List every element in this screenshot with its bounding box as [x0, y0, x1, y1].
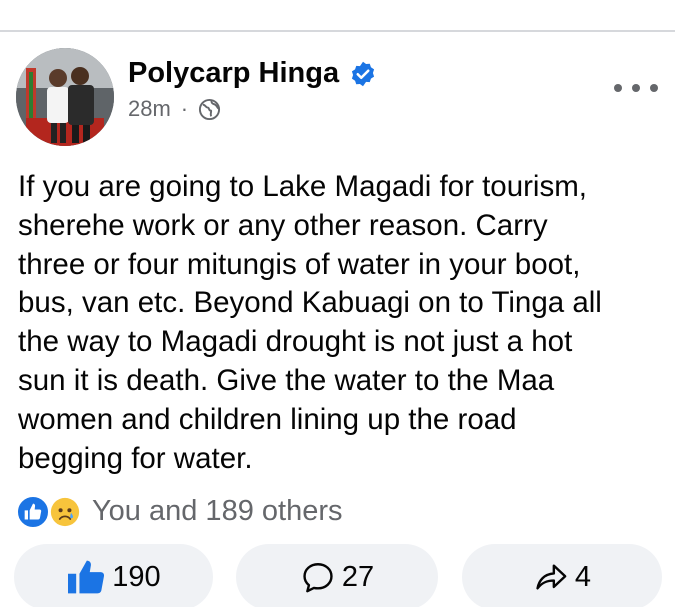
feed-divider	[0, 30, 675, 32]
author-name[interactable]: Polycarp Hinga	[128, 57, 339, 90]
author-name-row: Polycarp Hinga	[128, 57, 377, 90]
like-reaction-icon	[16, 495, 50, 529]
thumbs-up-icon	[68, 560, 105, 594]
post-meta: 28m ·	[128, 96, 221, 122]
more-dot	[650, 84, 658, 92]
share-count: 4	[574, 560, 592, 593]
comment-count: 27	[341, 560, 375, 593]
more-dot	[614, 84, 622, 92]
previous-post-cutoff	[0, 0, 675, 32]
more-options-icon[interactable]	[614, 76, 658, 100]
comment-button[interactable]: 27	[236, 544, 438, 607]
author-avatar[interactable]	[16, 48, 114, 146]
more-dot	[632, 84, 640, 92]
meta-separator: ·	[180, 96, 189, 121]
share-icon	[536, 564, 567, 590]
post-time[interactable]: 28m	[128, 96, 171, 122]
reactions-summary[interactable]: You and 189 others	[16, 493, 342, 529]
globe-icon[interactable]	[198, 98, 221, 121]
like-count: 190	[112, 560, 161, 593]
share-button[interactable]: 4	[462, 544, 662, 607]
avatar-photo	[16, 48, 114, 146]
sad-reaction-icon	[48, 495, 82, 529]
verified-badge-icon	[352, 61, 375, 86]
post-header: Polycarp Hinga 28m ·	[0, 40, 675, 150]
post-actions: 190 27 4	[0, 544, 675, 607]
comment-icon	[303, 563, 333, 593]
reaction-count-text: You and 189 others	[92, 494, 343, 527]
like-button[interactable]: 190	[14, 544, 213, 607]
post-body-text: If you are going to Lake Magadi for tour…	[18, 170, 602, 475]
reaction-icons	[16, 493, 90, 529]
